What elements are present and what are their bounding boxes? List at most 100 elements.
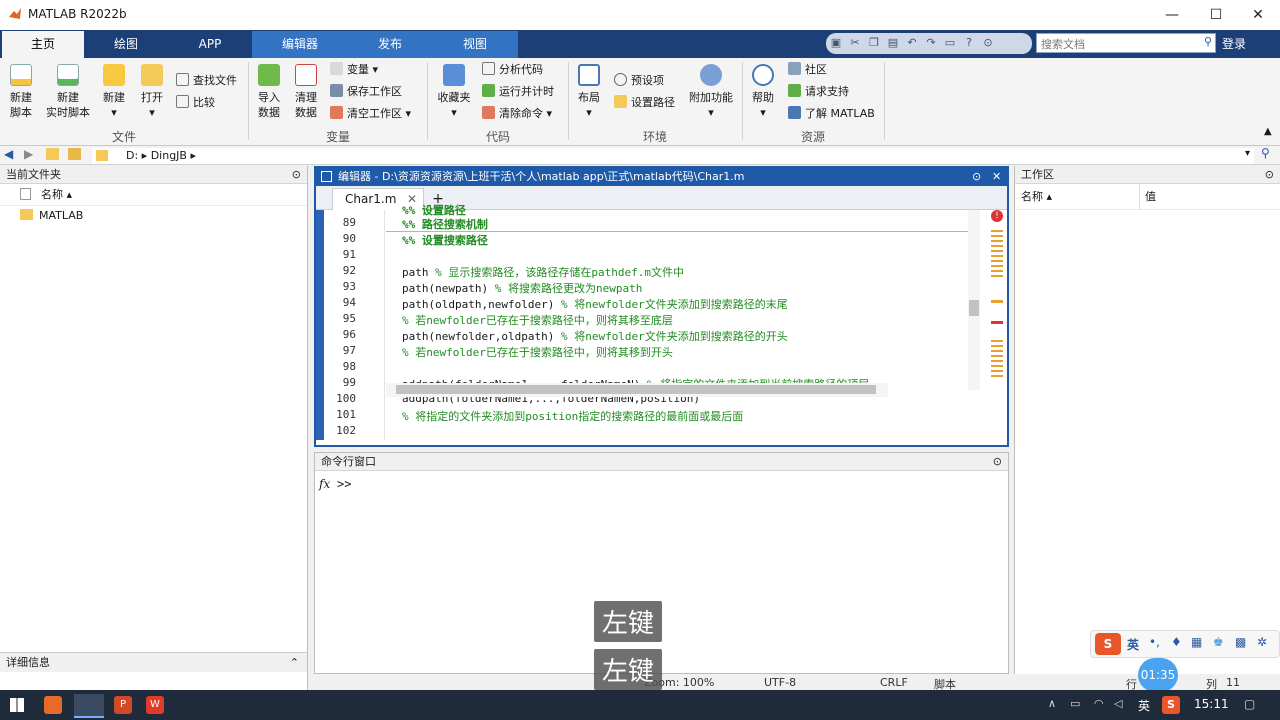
- paste-icon[interactable]: ▤: [885, 36, 901, 50]
- save-icon[interactable]: ▣: [828, 36, 844, 50]
- tab-view[interactable]: 视图: [432, 31, 518, 58]
- wifi-icon[interactable]: ◠: [1094, 697, 1104, 710]
- new-button[interactable]: 新建 ▾: [98, 64, 130, 120]
- preferences-button[interactable]: 预设项: [614, 72, 664, 90]
- back-icon[interactable]: ◀: [4, 147, 13, 161]
- ime-mode-label[interactable]: 英: [1127, 636, 1139, 653]
- panel-menu-icon[interactable]: ⊙: [993, 453, 1002, 471]
- keyboard-icon[interactable]: ▦: [1191, 635, 1202, 649]
- clock[interactable]: 15:11: [1194, 697, 1229, 711]
- skin-icon[interactable]: ♚: [1213, 635, 1224, 649]
- help-button[interactable]: 帮助 ▾: [748, 64, 778, 120]
- address-folder[interactable]: DingJB: [151, 149, 187, 162]
- ws-value-column[interactable]: 值: [1145, 184, 1156, 210]
- addons-button[interactable]: 附加功能 ▾: [686, 64, 736, 120]
- login-link[interactable]: 登录: [1222, 35, 1246, 52]
- tray-chevron-icon[interactable]: ∧: [1048, 697, 1056, 710]
- warning-marker[interactable]: [991, 300, 1003, 303]
- set-path-button[interactable]: 设置路径: [614, 94, 675, 112]
- compare-button[interactable]: 比较: [176, 94, 215, 112]
- chevron-up-icon[interactable]: ⌃: [290, 653, 299, 673]
- help-icon[interactable]: ?: [961, 36, 977, 50]
- ime-indicator[interactable]: 英: [1138, 697, 1150, 714]
- options-icon[interactable]: ⊙: [980, 36, 996, 50]
- code-line[interactable]: path(oldpath,newfolder) % 将newfolder文件夹添…: [402, 296, 788, 312]
- code-line[interactable]: %% 路径搜索机制: [402, 216, 488, 232]
- sogou-logo-icon[interactable]: S: [1095, 633, 1121, 655]
- horizontal-scrollbar[interactable]: [386, 383, 888, 397]
- learn-matlab-button[interactable]: 了解 MATLAB: [788, 105, 875, 123]
- clean-data-button[interactable]: 清理 数据: [290, 64, 322, 120]
- volume-icon[interactable]: ◁: [1114, 697, 1122, 710]
- list-item[interactable]: MATLAB: [0, 206, 307, 226]
- request-support-button[interactable]: 请求支持: [788, 83, 849, 101]
- code-line[interactable]: % 若newfolder已存在于搜索路径中，则将其移至底层: [402, 312, 673, 328]
- toolbox-icon[interactable]: ▩: [1235, 635, 1246, 649]
- panel-menu-icon[interactable]: ⊙: [1265, 166, 1274, 184]
- close-button[interactable]: ✕: [1236, 0, 1280, 30]
- wps-icon[interactable]: W: [146, 696, 164, 714]
- up-folder-icon[interactable]: [46, 148, 59, 160]
- command-prompt[interactable]: >>: [337, 477, 351, 491]
- save-workspace-button[interactable]: 保存工作区: [330, 83, 402, 101]
- copy-icon[interactable]: ❐: [866, 36, 882, 50]
- fx-icon[interactable]: fx: [319, 477, 330, 491]
- new-live-script-button[interactable]: 新建 实时脚本: [42, 64, 94, 120]
- error-icon[interactable]: !: [991, 210, 1003, 222]
- powerpoint-icon[interactable]: P: [114, 696, 132, 714]
- clear-commands-button[interactable]: 清除命令 ▾: [482, 105, 552, 123]
- details-bar[interactable]: 详细信息 ⌃: [0, 652, 307, 672]
- favorites-button[interactable]: 收藏夹 ▾: [434, 64, 474, 120]
- scrollbar-thumb[interactable]: [396, 385, 876, 394]
- warning-markers[interactable]: [991, 230, 1003, 280]
- tab-publish[interactable]: 发布: [348, 31, 432, 58]
- code-line[interactable]: %% 设置搜索路径: [402, 232, 488, 248]
- address-path[interactable]: D: ▸ DingJB ▸: [92, 148, 1254, 164]
- scrollbar-thumb[interactable]: [969, 300, 979, 316]
- close-icon[interactable]: ✕: [992, 168, 1001, 186]
- search-docs-input[interactable]: 搜索文档 ⚲: [1036, 33, 1216, 53]
- tab-home[interactable]: 主页: [2, 31, 84, 58]
- cut-icon[interactable]: ✂: [847, 36, 863, 50]
- tab-plots[interactable]: 绘图: [84, 31, 168, 58]
- new-script-button[interactable]: 新建 脚本: [4, 64, 38, 120]
- punctuation-icon[interactable]: •,: [1149, 635, 1160, 649]
- switch-windows-icon[interactable]: ▭: [942, 36, 958, 50]
- redo-icon[interactable]: ↷: [923, 36, 939, 50]
- name-column-header[interactable]: 名称 ▴: [0, 184, 307, 206]
- minimize-button[interactable]: —: [1150, 0, 1194, 30]
- clear-workspace-button[interactable]: 清空工作区 ▾: [330, 105, 411, 123]
- search-icon[interactable]: ⚲: [1261, 146, 1270, 160]
- find-files-button[interactable]: 查找文件: [176, 72, 237, 90]
- error-marker[interactable]: [991, 321, 1003, 324]
- settings-icon[interactable]: ✲: [1257, 635, 1267, 649]
- browse-folder-icon[interactable]: [68, 148, 81, 160]
- warning-markers[interactable]: [991, 340, 1003, 380]
- analyze-code-button[interactable]: 分析代码: [482, 61, 543, 79]
- collapse-ribbon-icon[interactable]: ▲: [1264, 126, 1272, 137]
- panel-menu-icon[interactable]: ⊙: [292, 166, 301, 184]
- code-line[interactable]: path(newfolder,oldpath) % 将newfolder文件夹添…: [402, 328, 788, 344]
- code-line[interactable]: path % 显示搜索路径，该路径存储在pathdef.m文件中: [402, 264, 684, 280]
- community-button[interactable]: 社区: [788, 61, 827, 79]
- windows-start-icon[interactable]: [10, 698, 24, 712]
- import-data-button[interactable]: 导入 数据: [254, 64, 284, 120]
- code-area[interactable]: %% 设置路径 89%% 路径搜索机制 90%% 设置搜索路径 91 92 path %…: [316, 204, 1007, 440]
- address-drive[interactable]: D:: [126, 149, 138, 162]
- recording-timer[interactable]: 01:35: [1138, 658, 1178, 692]
- chevron-down-icon[interactable]: ▾: [1245, 148, 1250, 159]
- code-line[interactable]: path(newpath) % 将搜索路径更改为newpath: [402, 280, 642, 296]
- notification-icon[interactable]: ▢: [1244, 697, 1255, 711]
- microphone-icon[interactable]: ♦: [1171, 635, 1182, 649]
- network-icon[interactable]: ▭: [1070, 697, 1080, 710]
- panel-menu-icon[interactable]: ⊙: [972, 168, 981, 186]
- sogou-tray-icon[interactable]: S: [1162, 696, 1180, 714]
- ws-name-column[interactable]: 名称 ▴: [1021, 184, 1052, 210]
- vertical-scrollbar[interactable]: [968, 210, 980, 390]
- layout-button[interactable]: 布局 ▾: [574, 64, 604, 120]
- code-line[interactable]: % 若newfolder已存在于搜索路径中，则将其移到开头: [402, 344, 673, 360]
- open-button[interactable]: 打开 ▾: [136, 64, 168, 120]
- undo-icon[interactable]: ↶: [904, 36, 920, 50]
- maximize-button[interactable]: ☐: [1194, 0, 1238, 30]
- code-line[interactable]: % 将指定的文件夹添加到position指定的搜索路径的最前面或最后面: [402, 408, 743, 424]
